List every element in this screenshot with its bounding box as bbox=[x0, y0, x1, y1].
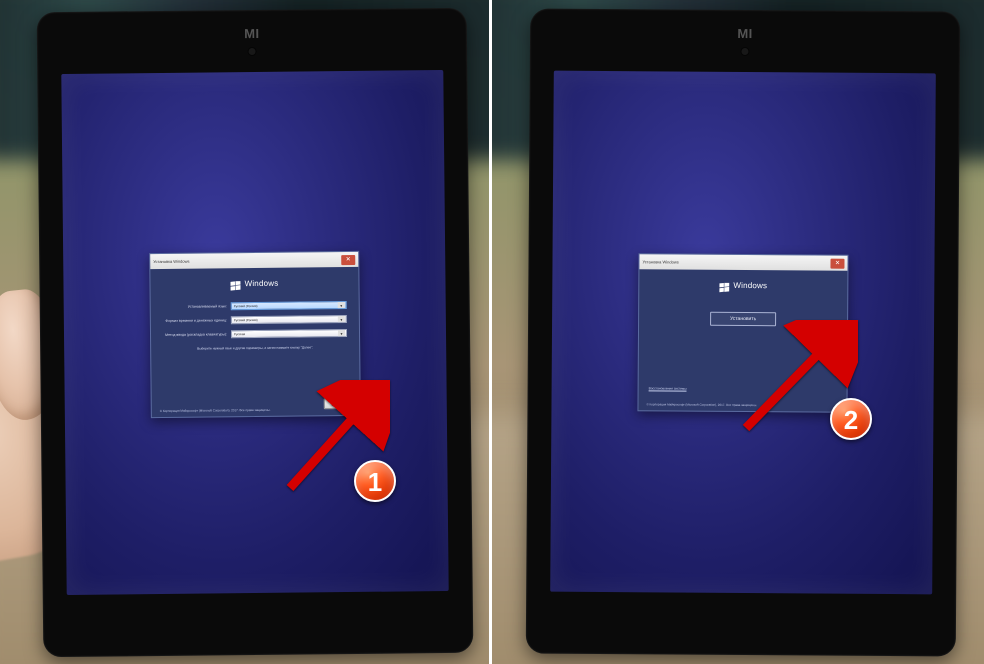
windows-flag-icon bbox=[719, 280, 729, 290]
chevron-down-icon: ▾ bbox=[338, 316, 345, 322]
dialog-titlebar: Установка Windows ✕ bbox=[639, 254, 847, 270]
tablet-screen: Установка Windows ✕ Windows Установить В… bbox=[550, 71, 936, 595]
windows-flag-icon bbox=[230, 278, 240, 288]
time-label: Формат времени и денежных единиц: bbox=[163, 318, 227, 323]
windows-logo: Windows bbox=[150, 277, 358, 289]
language-form: Устанавливаемый язык: Русский (Россия)▾ … bbox=[163, 301, 347, 339]
lang-dropdown[interactable]: Русский (Россия)▾ bbox=[231, 301, 347, 310]
repair-link[interactable]: Восстановление системы bbox=[649, 386, 687, 390]
device-brand-logo: MI bbox=[737, 26, 753, 41]
front-camera bbox=[249, 48, 256, 55]
lang-label: Устанавливаемый язык: bbox=[163, 304, 227, 309]
install-button[interactable]: Установить bbox=[710, 312, 776, 326]
copyright-text: © Корпорация Майкрософт (Microsoft Corpo… bbox=[646, 402, 846, 411]
close-icon[interactable]: ✕ bbox=[830, 258, 844, 268]
dialog-title: Установка Windows bbox=[153, 257, 341, 264]
tablet-screen: Установка Windows ✕ Windows Устанавливае… bbox=[61, 70, 448, 595]
chevron-down-icon: ▾ bbox=[338, 302, 345, 308]
photo-step-2: MI Установка Windows ✕ Windows Установит… bbox=[492, 0, 984, 664]
tablet-device: MI Установка Windows ✕ Windows Установит… bbox=[526, 9, 960, 657]
windows-logo: Windows bbox=[639, 279, 847, 290]
windows-wordmark: Windows bbox=[244, 278, 278, 287]
time-dropdown[interactable]: Русский (Россия)▾ bbox=[231, 315, 347, 324]
windows-setup-dialog-lang: Установка Windows ✕ Windows Устанавливае… bbox=[149, 251, 361, 418]
windows-setup-dialog-install: Установка Windows ✕ Windows Установить В… bbox=[637, 253, 848, 412]
close-icon[interactable]: ✕ bbox=[341, 254, 355, 264]
photo-step-1: MI Установка Windows ✕ Windows bbox=[0, 0, 492, 664]
dialog-title: Установка Windows bbox=[642, 259, 830, 265]
annotation-badge-2: 2 bbox=[830, 398, 872, 440]
chevron-down-icon: ▾ bbox=[338, 330, 345, 336]
tablet-device: MI Установка Windows ✕ Windows bbox=[37, 8, 474, 657]
keyboard-label: Метод ввода (раскладка клавиатуры): bbox=[163, 332, 227, 337]
front-camera bbox=[741, 48, 748, 55]
next-button[interactable]: Далее bbox=[324, 398, 352, 409]
setup-hint: Выберите нужный язык и другие параметры,… bbox=[163, 345, 347, 351]
device-brand-logo: MI bbox=[244, 26, 260, 41]
annotation-badge-1: 1 bbox=[354, 460, 396, 502]
keyboard-dropdown[interactable]: Русская▾ bbox=[231, 329, 347, 338]
windows-wordmark: Windows bbox=[733, 280, 767, 289]
